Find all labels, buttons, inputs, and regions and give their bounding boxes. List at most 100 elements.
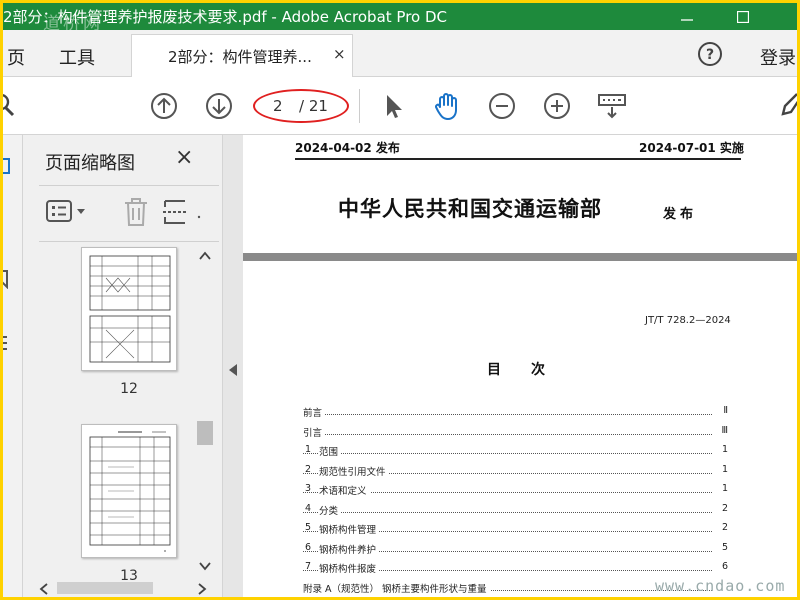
issuing-ministry: 中华人民共和国交通运输部 [338,196,602,221]
title-bar: 2部分：构件管理养护报废技术要求.pdf - Adobe Acrobat Pro… [3,3,797,34]
next-page-icon[interactable] [203,90,235,122]
toc-title: 目次 [487,362,575,378]
toc-entry-text: 范围 [319,444,342,458]
issue-label: 发布 [663,207,698,222]
toc-entry-page: 1 [718,444,728,455]
toc-entry-number: 4 [305,502,312,514]
toc-entry-page: 2 [718,502,728,514]
document-tab[interactable]: 2部分：构件管理养... × [131,34,353,77]
scroll-right-icon[interactable] [197,583,207,595]
toc-entry-page: 1 [718,463,728,475]
toc-entry[interactable]: 2 规范性引用文件 1 [303,462,728,478]
thumbnail-horizontal-scrollbar[interactable] [33,579,213,597]
header-rule [295,158,741,160]
login-link[interactable]: 登录 [760,44,796,70]
page-separator [243,253,797,261]
pages-panel-icon[interactable] [3,157,13,177]
thumbnail-vertical-scrollbar[interactable] [195,247,213,573]
toolbar-divider [359,89,360,123]
tab-bar: 页 工具 2部分：构件管理养... × ? 登录 [3,30,797,77]
toc-leader-dots [303,403,712,415]
document-tab-label: 2部分：构件管理养... [168,48,312,66]
standard-number: JT/T 728.2—2024 [645,315,731,326]
page-thumbnail-12[interactable] [81,247,177,371]
toc-entry-number: 6 [305,541,312,553]
toc-entry-text: 引言 [303,424,326,439]
zoom-in-icon[interactable] [541,90,573,122]
toc-entry-text: 规范性引用文件 [319,463,389,478]
document-viewport[interactable]: 2024-04-02 发布 2024-07-01 实施 中华人民共和国交通运输部… [223,135,797,597]
zoom-out-icon[interactable] [486,90,518,122]
toc-leader-dots [303,501,712,513]
page-thumbnail-13[interactable] [81,424,177,558]
toc-entry-text: 附录 A（规范性） 钢桥主要构件形状与重量 [303,580,490,595]
toc-entry-page: Ⅲ [718,424,728,436]
maximize-icon [737,10,749,23]
previous-page-icon[interactable] [148,90,180,122]
minimize-button[interactable] [667,3,707,30]
comment-tool-icon[interactable] [781,92,797,118]
attachments-panel-icon[interactable] [3,333,11,355]
vertical-scroll-thumb[interactable] [197,421,213,445]
toc-entry-page: 1 [718,483,728,494]
toc-entry[interactable]: 3 术语和定义 1 [303,481,728,497]
navigation-rail [3,135,23,597]
toc-entry-number: 3 [305,483,312,494]
close-panel-icon[interactable]: × [175,145,193,170]
toc-entry[interactable]: 6 钢桥构件养护 5 [303,540,728,556]
page-thumbnail-preview [89,431,171,552]
highlight-oval-annotation [253,89,349,123]
select-cursor-icon[interactable] [376,90,408,122]
scroll-down-icon[interactable] [199,561,211,571]
thumbnail-options-icon[interactable] [45,197,91,227]
toc-entry[interactable]: 引言 Ⅲ [303,423,728,439]
toc-entry[interactable]: 前言 Ⅱ [303,403,728,419]
page-thumbnail-preview [89,255,171,363]
scroll-up-icon[interactable] [199,251,211,261]
toc-entry-text: 前言 [303,405,326,419]
toc-entry-number: 2 [305,463,312,475]
toc-leader-dots [303,423,712,435]
maximize-button[interactable] [723,3,763,30]
toc-entry-page: 2 [718,522,728,533]
app-window: 2部分：构件管理养护报废技术要求.pdf - Adobe Acrobat Pro… [3,3,797,597]
toc-entry[interactable]: 5 钢桥构件管理 2 [303,520,728,536]
thumbnail-panel: 页面缩略图 × 12 13 [23,135,223,597]
toolbar: 2 / 21 [3,77,797,135]
delete-page-icon[interactable] [119,195,153,229]
toc-entry[interactable]: 1 范围 1 [303,442,728,458]
menu-tools[interactable]: 工具 [59,44,95,70]
toc-entry-text: 分类 [319,502,342,517]
menu-home[interactable]: 页 [7,44,25,70]
toc-entry-page: Ⅱ [720,405,728,416]
toc-entry-page: 6 [718,561,728,572]
fit-page-keyboard-icon[interactable] [596,90,628,122]
publish-date: 2024-04-02 发布 [295,141,400,155]
implement-date: 2024-07-01 实施 [639,141,744,155]
pdf-page: 2024-04-02 发布 2024-07-01 实施 中华人民共和国交通运输部… [243,135,797,597]
svg-text:?: ? [706,47,714,63]
extract-page-icon[interactable] [161,197,201,227]
toc-entry-text: 钢桥构件管理 [319,522,380,536]
toc-entry[interactable]: 4 分类 2 [303,501,728,517]
scroll-left-icon[interactable] [39,583,49,595]
toc-entry-page: 5 [718,541,728,553]
help-icon[interactable]: ? [697,41,723,67]
hand-tool-icon[interactable] [431,90,463,122]
thumbnail-panel-title: 页面缩略图 [45,153,135,174]
toc-entry-text: 钢桥构件报废 [319,561,380,575]
toc-entry-number: 7 [305,561,312,572]
toc-entry[interactable]: 7 钢桥构件报废 6 [303,559,728,575]
horizontal-scroll-thumb[interactable] [57,582,153,594]
thumbnail-label-12: 12 [120,381,138,397]
collapse-panel-icon[interactable] [227,363,239,377]
panel-divider [39,241,219,242]
toc-entry-number: 5 [305,522,312,533]
tab-close-icon[interactable]: × [333,45,346,63]
bookmarks-panel-icon[interactable] [3,269,11,289]
toc-leader-dots [303,442,712,454]
site-url-watermark: www.cndao.com [655,577,786,595]
toc-entry-number: 1 [305,444,312,455]
search-icon[interactable] [3,93,17,119]
toc-entry-text: 术语和定义 [319,483,370,497]
